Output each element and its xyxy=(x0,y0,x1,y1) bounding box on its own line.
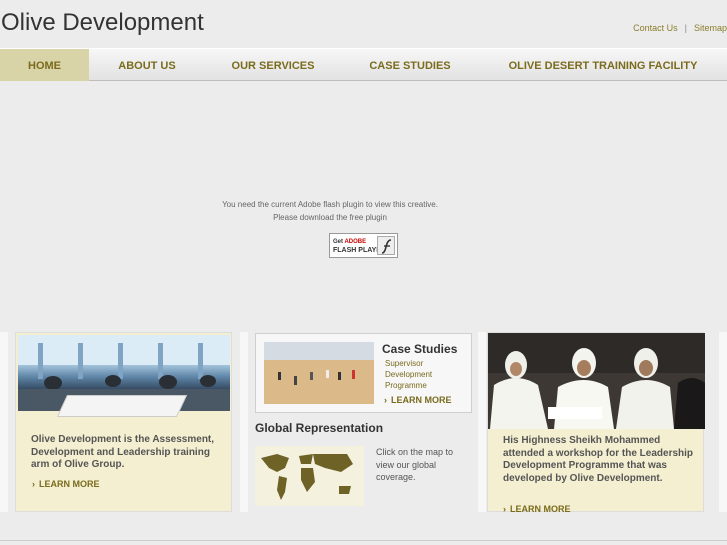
world-map[interactable] xyxy=(255,446,364,506)
flash-placeholder: You need the current Adobe flash plugin … xyxy=(0,82,727,332)
news-panel: His Highness Sheikh Mohammed attended a … xyxy=(487,332,705,514)
learn-more-label: LEARN MORE xyxy=(39,479,100,489)
nav-item-home[interactable]: HOME xyxy=(0,49,89,81)
nav-item-olive-desert-training-facility[interactable]: OLIVE DESERT TRAINING FACILITY xyxy=(498,49,708,81)
nav-item-case-studies[interactable]: CASE STUDIES xyxy=(357,49,463,81)
main-nav: HOME ABOUT US OUR SERVICES CASE STUDIES … xyxy=(0,48,727,81)
document-on-table xyxy=(56,395,188,417)
footer-divider xyxy=(0,540,727,541)
news-text: His Highness Sheikh Mohammed attended a … xyxy=(503,435,694,484)
assessment-text: Olive Development is the Assessment, Dev… xyxy=(31,434,215,470)
learn-more-label: LEARN MORE xyxy=(391,395,452,405)
global-representation-title: Global Representation xyxy=(255,421,384,435)
site-logo[interactable]: Olive Development xyxy=(1,9,204,37)
nav-item-our-services[interactable]: OUR SERVICES xyxy=(218,49,328,81)
chevron-right-icon: › xyxy=(384,395,387,405)
utility-separator: | xyxy=(684,23,687,33)
site-header: Olive Development Contact Us | Sitemap xyxy=(0,0,727,48)
news-learn-more-link[interactable]: › LEARN MORE xyxy=(503,504,571,514)
badge-adobe-label: ADOBE xyxy=(344,239,367,245)
left-edge-strip xyxy=(0,332,8,512)
case-studies-learn-more-link[interactable]: › LEARN MORE xyxy=(384,395,452,405)
assessment-learn-more-link[interactable]: › LEARN MORE xyxy=(32,479,100,489)
flash-message-line1: You need the current Adobe flash plugin … xyxy=(222,200,438,209)
case-studies-title: Case Studies xyxy=(382,342,458,356)
global-representation-text: Click on the map to view our global cove… xyxy=(376,447,454,482)
flash-message-line2: Please download the free plugin xyxy=(273,213,387,222)
divider-strip xyxy=(240,332,248,512)
flash-player-icon xyxy=(377,236,395,255)
chevron-right-icon: › xyxy=(32,479,35,489)
flash-message: You need the current Adobe flash plugin … xyxy=(0,198,660,224)
badge-get-label: Get xyxy=(333,239,344,245)
utility-links: Contact Us | Sitemap xyxy=(633,23,727,33)
desert-training-photo xyxy=(264,342,374,404)
assessment-panel: Olive Development is the Assessment, Dev… xyxy=(15,332,232,512)
case-studies-subtitle[interactable]: Supervisor Development Programme xyxy=(385,358,465,391)
chevron-right-icon: › xyxy=(503,504,506,514)
right-edge-strip xyxy=(719,332,727,512)
badge-get-adobe: Get ADOBE xyxy=(333,239,366,245)
nav-item-about-us[interactable]: ABOUT US xyxy=(101,49,193,81)
sheikh-workshop-photo xyxy=(488,333,705,429)
contact-us-link[interactable]: Contact Us xyxy=(633,23,678,33)
get-flash-player-button[interactable]: Get ADOBE FLASH PLAYER xyxy=(329,233,398,258)
case-studies-box: Case Studies Supervisor Development Prog… xyxy=(255,333,472,413)
learn-more-label: LEARN MORE xyxy=(510,504,571,514)
sitemap-link[interactable]: Sitemap xyxy=(694,23,727,33)
divider-strip xyxy=(478,332,486,512)
